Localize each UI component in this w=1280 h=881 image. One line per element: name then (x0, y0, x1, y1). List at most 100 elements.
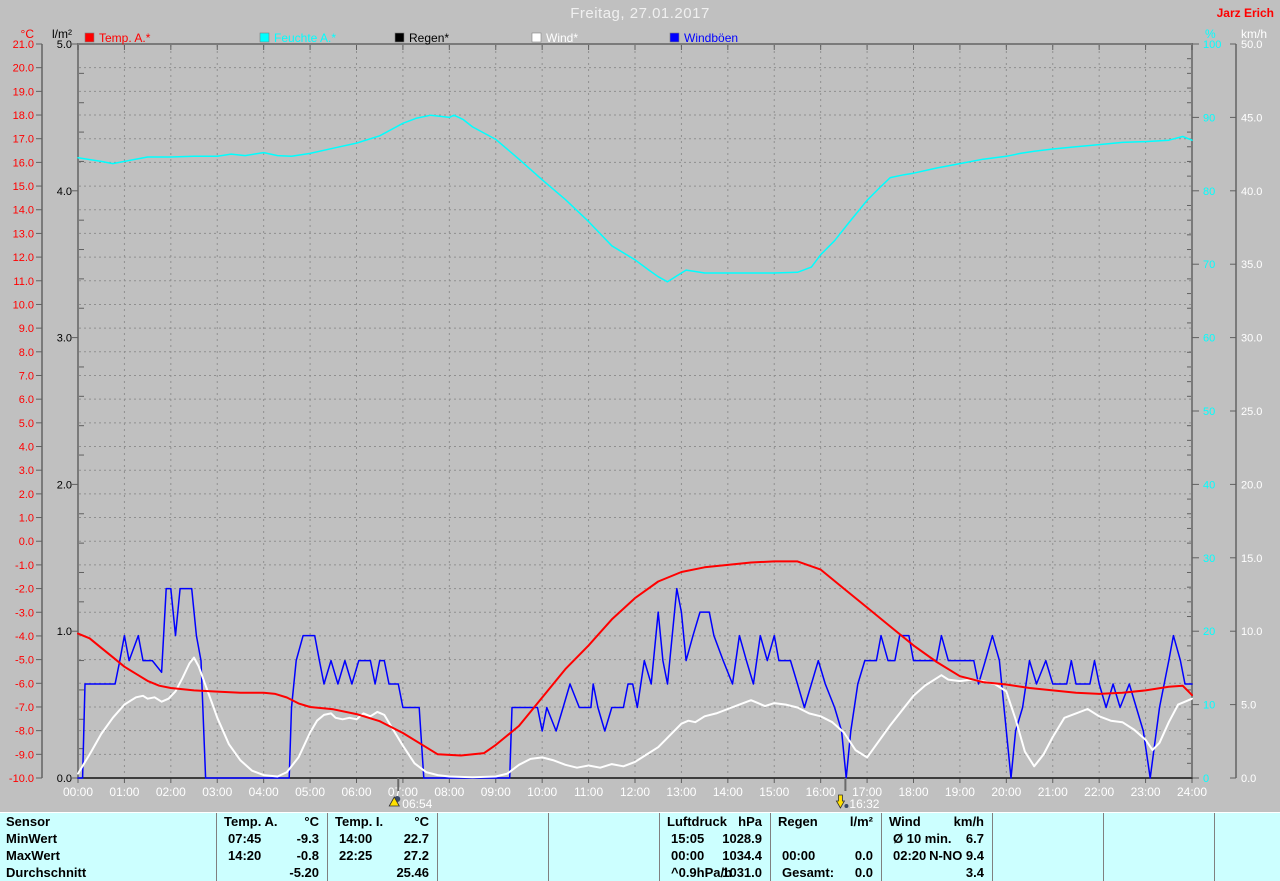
table-row-label: Durchschnitt (6, 865, 87, 880)
table-cell-value: 1028.9 (722, 831, 762, 846)
celsius-tick-label: -1.0 (15, 560, 34, 572)
kmh-tick-label: 35.0 (1241, 259, 1262, 271)
kmh-tick-label: 40.0 (1241, 186, 1262, 198)
time-axis-label: 13:00 (666, 785, 696, 799)
table-col-unit: km/h (953, 814, 984, 829)
humidity-unit-label: % (1205, 27, 1216, 41)
table-cell-value: N-NO 9.4 (929, 848, 984, 863)
celsius-tick-label: 12.0 (13, 252, 34, 264)
celsius-tick-label: 10.0 (13, 299, 34, 311)
weather-app-window: Freitag, 27.01.2017 Jarz Erich 21.0 20.0 1… (0, 0, 1280, 881)
legend-swatch-4 (669, 32, 680, 43)
rain-tick-label: 1.0 (57, 626, 72, 638)
humidity-tick-label: 10 (1203, 700, 1215, 712)
table-column-separator (437, 813, 438, 881)
time-axis-label: 21:00 (1038, 785, 1068, 799)
time-axis-label: 22:00 (1084, 785, 1114, 799)
table-cell-value: 27.2 (403, 848, 429, 863)
humidity-tick-label: 40 (1203, 479, 1215, 491)
celsius-tick-label: 18.0 (13, 110, 34, 122)
humidity-tick-label: 0 (1203, 773, 1209, 785)
rain-tick-label: 4.0 (57, 186, 72, 198)
kmh-tick-label: 25.0 (1241, 406, 1262, 418)
kmh-tick-label: 45.0 (1241, 112, 1262, 124)
celsius-tick-label: 15.0 (13, 181, 34, 193)
celsius-tick-label: 6.0 (19, 394, 34, 406)
rain-tick-label: 3.0 (57, 333, 72, 345)
celsius-tick-label: 7.0 (19, 370, 34, 382)
celsius-tick-label: -8.0 (15, 726, 34, 738)
table-row-label: MinWert (6, 831, 58, 846)
celsius-tick-label: 5.0 (19, 418, 34, 430)
celsius-tick-label: 9.0 (19, 323, 34, 335)
table-column-separator (1103, 813, 1104, 881)
celsius-tick-label: -6.0 (15, 678, 34, 690)
wind-unit-label: km/h (1241, 27, 1267, 41)
celsius-tick-label: 19.0 (13, 86, 34, 98)
celsius-tick-label: 20.0 (13, 63, 34, 75)
rain-unit-label: l/m² (52, 27, 72, 41)
kmh-tick-label: 30.0 (1241, 333, 1262, 345)
time-axis-label: 09:00 (481, 785, 511, 799)
humidity-tick-label: 60 (1203, 333, 1215, 345)
time-axis-label: 23:00 (1131, 785, 1161, 799)
sunset-time-label: 16:32 (849, 797, 879, 811)
legend-label-0: Temp. A.* (99, 31, 151, 45)
sunrise-time-label: 06:54 (402, 797, 432, 811)
weather-chart: 21.020.019.018.017.016.015.014.013.012.0… (9, 27, 1267, 811)
table-cell-value: -9.3 (296, 831, 319, 846)
kmh-tick-label: 20.0 (1241, 479, 1262, 491)
time-axis-label: 15:00 (759, 785, 789, 799)
legend-swatch-0 (84, 32, 95, 43)
celsius-tick-label: -5.0 (15, 655, 34, 667)
celsius-tick-label: 0.0 (19, 536, 34, 548)
humidity-tick-label: 50 (1203, 406, 1215, 418)
table-column-separator (548, 813, 549, 881)
table-cell-value: 0.0 (854, 848, 873, 863)
kmh-tick-label: 10.0 (1241, 626, 1262, 638)
humidity-tick-label: 90 (1203, 112, 1215, 124)
time-axis-label: 24:00 (1177, 785, 1207, 799)
time-axis-label: 01:00 (109, 785, 139, 799)
kmh-tick-label: 15.0 (1241, 553, 1262, 565)
time-axis-label: 02:00 (156, 785, 186, 799)
legend-label-3: Wind* (546, 31, 578, 45)
time-axis-label: 04:00 (249, 785, 279, 799)
sunset-icon (835, 794, 846, 809)
table-cell-value: 6.7 (965, 831, 984, 846)
table-cell-value: -0.8 (296, 848, 319, 863)
legend-swatch-3 (531, 32, 542, 43)
humidity-tick-label: 30 (1203, 553, 1215, 565)
time-axis-label: 16:00 (806, 785, 836, 799)
table-column-separator (1214, 813, 1215, 881)
celsius-tick-label: -7.0 (15, 702, 34, 714)
sunset-icon (844, 804, 849, 808)
humidity-tick-label: 20 (1203, 626, 1215, 638)
table-col-unit: °C (414, 814, 429, 829)
time-axis-label: 20:00 (991, 785, 1021, 799)
time-axis-label: 05:00 (295, 785, 325, 799)
celsius-tick-label: -4.0 (15, 631, 34, 643)
table-cell-value: 22.7 (403, 831, 429, 846)
humidity-tick-label: 70 (1203, 259, 1215, 271)
celsius-tick-label: 4.0 (19, 442, 34, 454)
table-cell-value: 25.46 (396, 865, 429, 880)
legend-label-2: Regen* (409, 31, 449, 45)
celsius-tick-label: -2.0 (15, 584, 34, 596)
legend-label-1: Feuchte A.* (274, 31, 336, 45)
time-axis-label: 10:00 (527, 785, 557, 799)
celsius-tick-label: -3.0 (15, 607, 34, 619)
celsius-tick-label: -9.0 (15, 749, 34, 761)
table-column-separator (992, 813, 993, 881)
celsius-tick-label: 11.0 (13, 276, 34, 288)
celsius-tick-label: 8.0 (19, 347, 34, 359)
daily-statistics-table: Sensor MinWert MaxWert Durchschnitt Temp. A.… (0, 812, 1280, 881)
time-axis-label: 08:00 (434, 785, 464, 799)
rain-tick-label: 0.0 (57, 773, 72, 785)
time-axis-label: 00:00 (63, 785, 93, 799)
kmh-tick-label: 5.0 (1241, 700, 1256, 712)
rain-tick-label: 2.0 (57, 479, 72, 491)
celsius-unit-label: °C (21, 27, 35, 41)
table-cell-value: 1034.4 (722, 848, 762, 863)
table-cell-value: -5.20 (289, 865, 319, 880)
